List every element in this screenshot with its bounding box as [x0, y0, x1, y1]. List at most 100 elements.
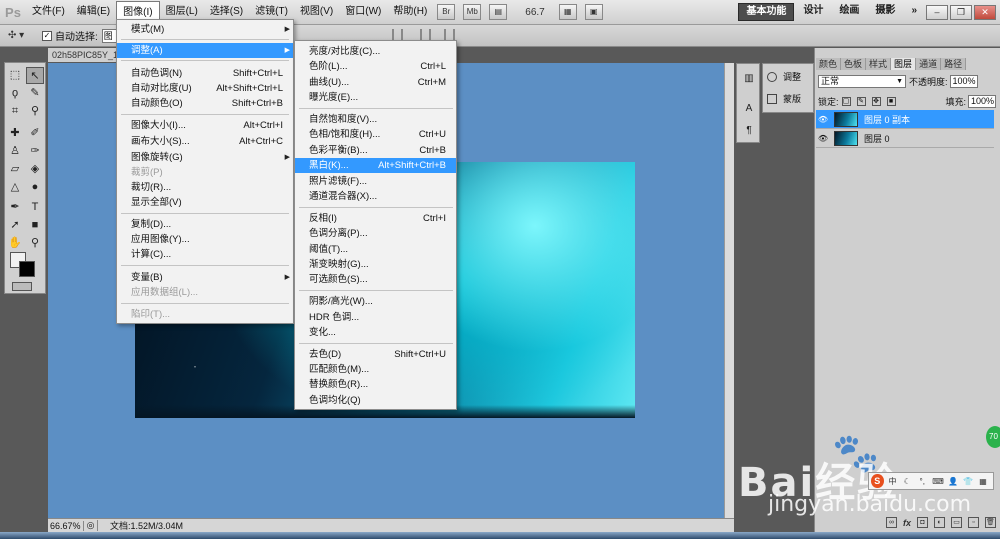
menu-item-calculations[interactable]: 计算(C)... [117, 247, 293, 262]
menu-item-trap[interactable]: 陷印(T)... [117, 307, 293, 322]
workspace-essentials[interactable]: 基本功能 [738, 3, 795, 21]
menu-item-apply-data-set[interactable]: 应用数据组(L)... [117, 285, 293, 300]
menu-item-auto-color[interactable]: 自动颜色(O) Shift+Ctrl+B [117, 96, 293, 111]
hand-tool-icon[interactable]: ✋ [6, 235, 24, 252]
quick-mask-icon[interactable] [12, 282, 32, 291]
menu-item-hue-saturation[interactable]: 色相/饱和度(H)... Ctrl+U [295, 127, 456, 142]
menu-item-adjustments[interactable]: 调整(A) ▶ [117, 43, 293, 58]
lasso-tool-icon[interactable]: ϙ [6, 85, 24, 102]
character-panel-icon[interactable]: A [742, 102, 756, 116]
mini-bridge-button[interactable]: Mb [463, 4, 482, 20]
dodge-tool-icon[interactable]: ● [26, 179, 44, 196]
menu-window[interactable]: 窗口(W) [339, 1, 387, 23]
paragraph-panel-icon[interactable]: ¶ [742, 124, 756, 138]
tab-swatches[interactable]: 色板 [841, 58, 867, 70]
history-brush-icon[interactable]: ✑ [26, 143, 44, 160]
menu-item-match-color[interactable]: 匹配颜色(M)... [295, 362, 456, 377]
opacity-input[interactable]: 100% [949, 74, 978, 88]
zoom-menu[interactable]: 66.7 [525, 7, 544, 18]
crop-tool-icon[interactable]: ⌗ [6, 103, 24, 120]
background-color-swatch[interactable] [19, 261, 35, 277]
workspace-photography[interactable]: 摄影 [868, 3, 902, 21]
workspace-design[interactable]: 设计 [796, 3, 830, 21]
minimize-icon[interactable]: – [926, 4, 948, 20]
menu-item-desaturate[interactable]: 去色(D) Shift+Ctrl+U [295, 347, 456, 362]
masks-panel-button[interactable]: 蒙版 [767, 92, 801, 106]
tool-preset-icon[interactable]: ✣ ▾ [8, 30, 42, 41]
bridge-button[interactable]: Br [437, 4, 456, 20]
fx-icon[interactable]: fx [903, 518, 911, 528]
marquee-tool-icon[interactable]: ⬚ [6, 67, 24, 84]
menu-item-posterize[interactable]: 色调分离(P)... [295, 226, 456, 241]
menu-item-gradient-map[interactable]: 渐变映射(G)... [295, 257, 456, 272]
eyedropper-tool-icon[interactable]: ⚲ [26, 103, 44, 120]
ime-logo-icon[interactable]: S [871, 474, 884, 488]
workspace-painting[interactable]: 绘画 [832, 3, 866, 21]
eraser-tool-icon[interactable]: ▱ [6, 161, 24, 178]
zoom-level[interactable]: 66.67% [48, 520, 84, 531]
view-extras-icon[interactable]: ▤ [489, 4, 508, 20]
menu-item-photo-filter[interactable]: 照片滤镜(F)... [295, 174, 456, 189]
menu-item-selective-color[interactable]: 可选颜色(S)... [295, 272, 456, 287]
brush-tool-icon[interactable]: ✐ [26, 125, 44, 142]
ime-mode-icon[interactable]: 中 [888, 476, 898, 487]
tab-paths[interactable]: 路径 [941, 58, 967, 70]
type-tool-icon[interactable]: T [26, 199, 44, 216]
menu-view[interactable]: 视图(V) [294, 1, 339, 23]
menu-item-replace-color[interactable]: 替换颜色(R)... [295, 377, 456, 392]
move-tool-icon[interactable]: ↖ [26, 67, 44, 84]
lock-transparent-icon[interactable]: ▢ [841, 96, 851, 106]
adjustment-layer-icon[interactable]: ◐ [934, 517, 945, 528]
menu-item-image-rotation[interactable]: 图像旋转(G) ▶ [117, 150, 293, 165]
ime-menu-icon[interactable]: ▦ [978, 476, 988, 487]
blur-tool-icon[interactable]: △ [6, 179, 24, 196]
menu-item-channel-mixer[interactable]: 通道混合器(X)... [295, 189, 456, 204]
add-mask-icon[interactable]: ◘ [917, 517, 928, 528]
menu-edit[interactable]: 编辑(E) [71, 1, 116, 23]
more-workspaces-icon[interactable]: » [904, 3, 924, 21]
menu-item-curves[interactable]: 曲线(U)... Ctrl+M [295, 75, 456, 90]
menu-item-auto-contrast[interactable]: 自动对比度(U) Alt+Shift+Ctrl+L [117, 81, 293, 96]
tab-layers[interactable]: 图层 [891, 58, 917, 70]
menu-item-mode[interactable]: 模式(M) ▶ [117, 22, 293, 37]
blend-mode-select[interactable]: 正常 ▼ [818, 74, 906, 88]
ime-keyboard-icon[interactable]: ⌨ [932, 476, 944, 487]
menu-item-invert[interactable]: 反相(I) Ctrl+I [295, 211, 456, 226]
pen-tool-icon[interactable]: ✒ [6, 199, 24, 216]
zoom-tool-icon[interactable]: ⚲ [26, 235, 44, 252]
eye-icon[interactable]: 👁 [816, 115, 830, 124]
link-layers-icon[interactable]: ∞ [885, 517, 897, 528]
menu-item-equalize[interactable]: 色调均化(Q) [295, 393, 456, 408]
menu-item-brightness-contrast[interactable]: 亮度/对比度(C)... [295, 44, 456, 59]
menu-item-image-size[interactable]: 图像大小(I)... Alt+Ctrl+I [117, 118, 293, 133]
group-icon[interactable]: ▭ [951, 517, 962, 528]
menu-item-black-white[interactable]: 黑白(K)... Alt+Shift+Ctrl+B [295, 158, 456, 173]
ime-moon-icon[interactable]: ☾ [902, 476, 912, 487]
menu-item-hdr-toning[interactable]: HDR 色调... [295, 310, 456, 325]
menu-item-trim[interactable]: 裁切(R)... [117, 180, 293, 195]
menu-item-reveal-all[interactable]: 显示全部(V) [117, 195, 293, 210]
tab-color[interactable]: 颜色 [816, 58, 842, 70]
trash-icon[interactable]: 🗑 [985, 517, 996, 528]
healing-brush-icon[interactable]: ✚ [6, 125, 24, 142]
auto-select-checkbox[interactable]: ✓ [42, 30, 52, 41]
lock-position-icon[interactable]: ✥ [871, 96, 881, 106]
lock-image-icon[interactable]: ✎ [856, 96, 866, 106]
menu-item-vibrance[interactable]: 自然饱和度(V)... [295, 112, 456, 127]
arrange-documents-icon[interactable]: ▦ [558, 4, 577, 20]
menu-item-variables[interactable]: 变量(B) ▶ [117, 270, 293, 285]
tab-styles[interactable]: 样式 [866, 58, 892, 70]
menu-item-levels[interactable]: 色阶(L)... Ctrl+L [295, 59, 456, 74]
menu-item-canvas-size[interactable]: 画布大小(S)... Alt+Ctrl+C [117, 134, 293, 149]
restore-icon[interactable]: ❐ [950, 4, 972, 20]
clone-stamp-icon[interactable]: ♙ [6, 143, 24, 160]
layer-row[interactable]: 👁 图层 0 副本 [816, 110, 994, 129]
close-icon[interactable]: ✕ [974, 4, 996, 20]
screen-mode-icon[interactable]: ▣ [584, 4, 603, 20]
menu-item-apply-image[interactable]: 应用图像(Y)... [117, 232, 293, 247]
new-layer-icon[interactable]: ▫ [968, 517, 979, 528]
green-badge[interactable]: 70 [986, 426, 1000, 448]
menu-item-crop[interactable]: 裁剪(P) [117, 165, 293, 180]
ime-user-icon[interactable]: 👤 [948, 476, 958, 487]
tab-channels[interactable]: 通道 [916, 58, 942, 70]
